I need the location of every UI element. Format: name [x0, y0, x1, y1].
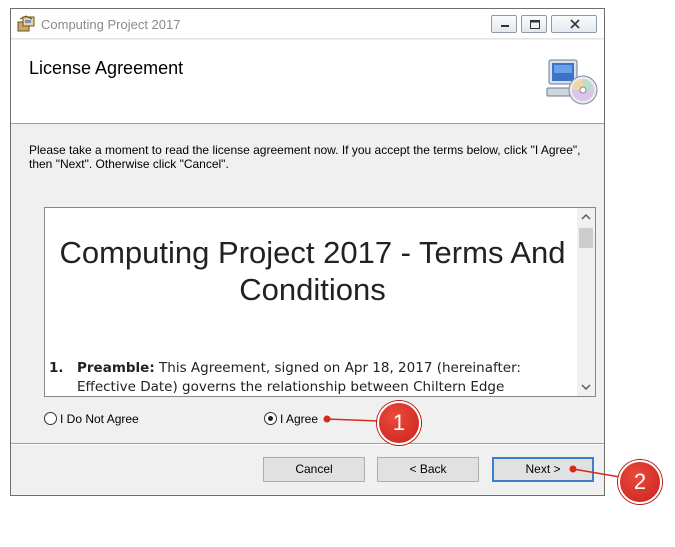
callout-connectors: [323, 415, 621, 478]
callout-badge-2: 2: [618, 460, 662, 504]
callout-badge-1: 1: [377, 401, 421, 445]
